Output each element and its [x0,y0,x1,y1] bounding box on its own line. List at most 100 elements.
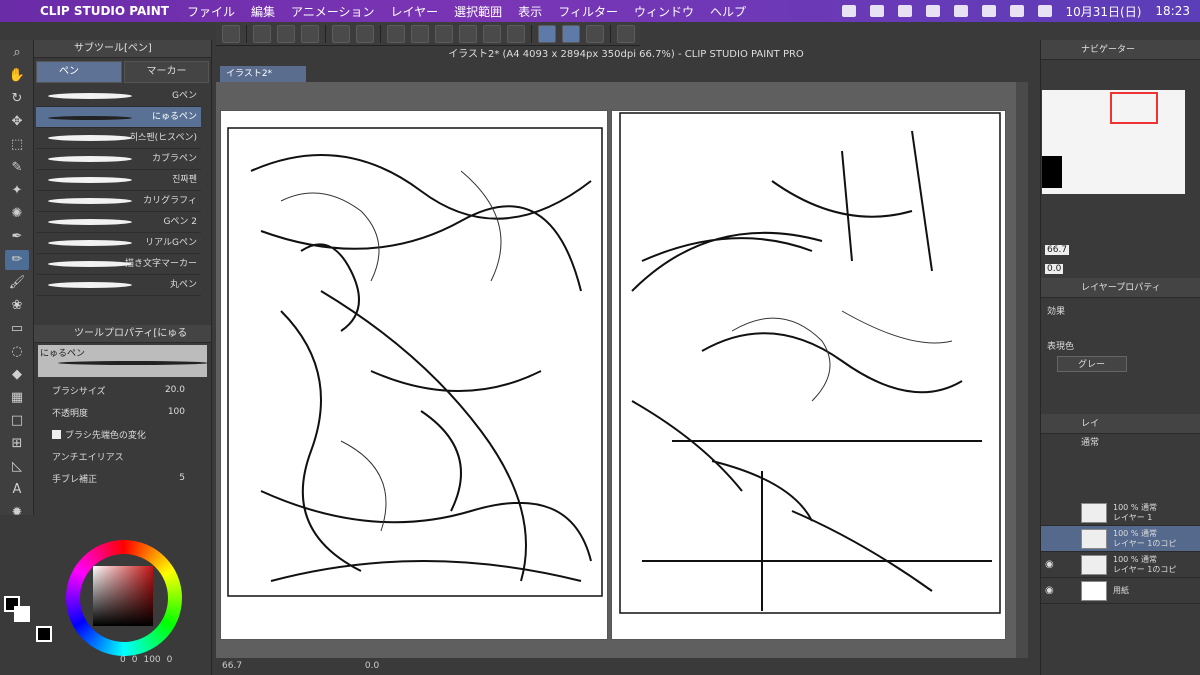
eye-icon[interactable]: ◉ [1045,585,1054,596]
main-color-swatch-small[interactable] [36,626,52,642]
open-file-icon[interactable] [277,24,295,43]
flag-icon[interactable] [1009,5,1024,17]
eye-icon[interactable]: ◉ [1045,559,1054,570]
menu-selection[interactable]: 選択範囲 [454,3,502,20]
navigator-zoom[interactable]: 66.7 [1045,245,1070,255]
rotate-tool-icon[interactable]: ↻ [5,89,29,109]
navigator-viewport-frame[interactable] [1110,92,1158,124]
saturation-value-square[interactable] [93,566,153,626]
pencil-tool-icon[interactable]: ✏ [5,250,29,270]
control-center-icon[interactable] [1037,5,1052,17]
decoration-tool-icon[interactable]: ❀ [5,296,29,316]
magic-wand-tool-icon[interactable]: ✦ [5,181,29,201]
wifi-icon[interactable] [953,5,968,17]
ruler-tool-icon[interactable]: ◺ [5,457,29,477]
canvas-page-left[interactable] [220,110,608,640]
zoom-tool-icon[interactable]: ⌕ [5,43,29,63]
burst-tool-icon[interactable]: ✺ [5,204,29,224]
brush-tool-icon[interactable]: 🖌 [5,273,29,293]
invert-selection-icon[interactable] [483,24,501,43]
brush-item[interactable]: 描き文字マーカー [36,254,201,275]
layer-row-selected[interactable]: 100 % 通常 レイヤー 1のコピ [1041,526,1200,552]
layer-row[interactable]: ◉ 100 % 通常 レイヤー 1のコピ [1041,552,1200,578]
canvas-zoom-value[interactable]: 66.7 [222,661,242,671]
brush-item[interactable]: 丸ペン [36,275,201,296]
transform-icon[interactable] [435,24,453,43]
tab-pen[interactable]: ペン [36,61,122,83]
tab-marker[interactable]: マーカー [123,61,209,83]
antialias-row[interactable]: アンチエイリアス [38,445,207,467]
play-icon[interactable] [897,5,912,17]
move-tool-icon[interactable]: ✥ [5,112,29,132]
navigator-rotation[interactable]: 0.0 [1045,264,1064,274]
clip-studio-icon[interactable] [222,24,240,43]
menu-time[interactable]: 18:23 [1155,4,1190,18]
brush-item[interactable]: カブラペン [36,149,201,170]
text-tool-icon[interactable]: A [5,480,29,500]
eyedropper-tool-icon[interactable]: ✎ [5,158,29,178]
menu-animation[interactable]: アニメーション [291,3,375,20]
opacity-value[interactable]: 100 [168,407,185,417]
blend-tool-icon[interactable]: ◌ [5,342,29,362]
opacity-row[interactable]: 不透明度 100 [38,401,207,423]
menu-filter[interactable]: フィルター [558,3,618,20]
fill-tool-icon[interactable]: ◆ [5,365,29,385]
brush-size-value[interactable]: 20.0 [165,385,185,395]
navigator-preview[interactable] [1042,90,1185,194]
brush-item[interactable]: Gペン [36,86,201,107]
layer-row[interactable]: 100 % 通常 レイヤー 1 [1041,500,1200,526]
tip-color-checkbox[interactable] [52,429,61,439]
gradient-tool-icon[interactable]: ▦ [5,388,29,408]
layer-row-paper[interactable]: ◉ 用紙 [1041,578,1200,604]
user-icon[interactable] [981,5,996,17]
brush-item[interactable]: 진짜펜 [36,170,201,191]
fill-icon[interactable] [411,24,429,43]
brush-size-row[interactable]: ブラシサイズ 20.0 [38,379,207,401]
brush-item-selected[interactable]: にゅるペン [36,107,201,128]
display-icon[interactable] [869,5,884,17]
brush-item[interactable]: 히스펜(ヒスペン) [36,128,201,149]
canvas-rotation-value[interactable]: 0.0 [365,661,379,671]
menu-window[interactable]: ウィンドウ [634,3,694,20]
deselect-icon[interactable] [459,24,477,43]
navigator-header: ナビゲーター [1041,40,1200,60]
snap-ruler-icon[interactable] [538,24,556,43]
snap-special-ruler-icon[interactable] [562,24,580,43]
menu-layer[interactable]: レイヤー [391,3,439,20]
selection-tool-icon[interactable]: ⬚ [5,135,29,155]
menu-date[interactable]: 10月31日(日) [1066,3,1142,20]
pen-tool-icon[interactable]: ✒ [5,227,29,247]
eraser-tool-icon[interactable]: ▭ [5,319,29,339]
show-selection-icon[interactable] [507,24,525,43]
menu-view[interactable]: 表示 [518,3,542,20]
mac-menu-bar: CLIP STUDIO PAINT ファイル 編集 アニメーション レイヤー 選… [0,0,1200,22]
brush-item[interactable]: カリグラフィ [36,191,201,212]
sub-color-swatch[interactable] [14,606,30,622]
brush-item[interactable]: Gペン 2 [36,212,201,233]
save-icon[interactable] [301,24,319,43]
tip-color-row[interactable]: ブラシ先端色の変化 [38,423,207,445]
snap-grid-icon[interactable] [586,24,604,43]
stabilization-value[interactable]: 5 [179,473,185,483]
brush-item[interactable]: リアルGペン [36,233,201,254]
frame-tool-icon[interactable]: ⊞ [5,434,29,454]
canvas-page-right[interactable] [611,110,1006,640]
redo-icon[interactable] [356,24,374,43]
undo-icon[interactable] [332,24,350,43]
stabilization-row[interactable]: 手ブレ補正 5 [38,467,207,489]
battery-icon[interactable] [925,5,940,17]
new-file-icon[interactable] [253,24,271,43]
menu-help[interactable]: ヘルプ [710,3,746,20]
document-tab[interactable]: イラスト2* [220,66,306,82]
shape-tool-icon[interactable]: □ [5,411,29,431]
menu-edit[interactable]: 編集 [251,3,275,20]
app-name-menu[interactable]: CLIP STUDIO PAINT [40,4,169,18]
bluetooth-icon[interactable] [841,5,856,17]
menu-file[interactable]: ファイル [187,3,235,20]
help-icon[interactable] [617,24,635,43]
display-color-select[interactable]: グレー [1057,356,1127,372]
hand-tool-icon[interactable]: ✋ [5,66,29,86]
clear-icon[interactable] [387,24,405,43]
canvas-vertical-scrollbar[interactable] [1016,82,1028,658]
blend-mode-select[interactable]: 通常 [1041,434,1200,452]
